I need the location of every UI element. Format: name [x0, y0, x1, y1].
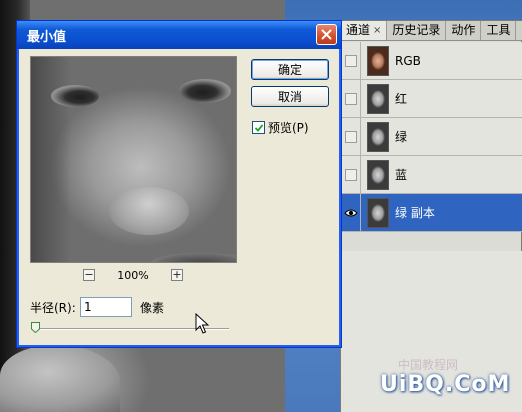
channel-thumbnail [367, 197, 389, 228]
zoom-controls: − 100% + [83, 267, 183, 283]
dialog-titlebar[interactable]: 最小值 [17, 21, 341, 49]
channel-row-red[interactable]: 红 [341, 80, 522, 118]
visibility-empty-icon [344, 54, 357, 67]
channel-row-rgb[interactable]: RGB [341, 42, 522, 80]
channel-thumbnail [367, 83, 389, 114]
channel-thumbnail [367, 159, 389, 190]
channel-row-green[interactable]: 绿 [341, 118, 522, 156]
tab-tools-label: 工具 [486, 23, 511, 37]
channel-name: 红 [395, 92, 408, 106]
channels-panel: 通道 × 历史记录 动作 工具 RGB 红 绿 蓝 绿 副本 [340, 20, 522, 412]
radius-input[interactable]: 1 [80, 297, 132, 317]
tab-history[interactable]: 历史记录 [387, 21, 447, 40]
tab-actions[interactable]: 动作 [446, 21, 482, 40]
radius-unit: 像素 [140, 300, 165, 315]
visibility-toggle[interactable] [341, 118, 361, 155]
filter-preview-image[interactable] [30, 56, 237, 263]
tab-channels[interactable]: 通道 × [341, 21, 388, 40]
minimum-filter-dialog: 最小值 确定 取消 预览(P) − 100% + 半径(R): 1 像素 [16, 20, 342, 348]
preview-checkbox-row[interactable]: 预览(P) [252, 119, 309, 136]
radius-label: 半径(R): [30, 300, 76, 315]
channel-thumbnail [367, 45, 389, 76]
mouse-pointer-icon [195, 313, 209, 334]
channel-list: RGB 红 绿 蓝 绿 副本 [341, 42, 522, 232]
visibility-empty-icon [344, 92, 357, 105]
channel-row-green-copy[interactable]: 绿 副本 [341, 194, 522, 232]
tab-history-label: 历史记录 [392, 23, 441, 37]
checkmark-icon [254, 123, 263, 132]
tab-close-icon[interactable]: × [373, 21, 381, 40]
preview-checkbox[interactable] [252, 121, 265, 134]
visibility-empty-icon [344, 130, 357, 143]
tab-tools[interactable]: 工具 [481, 21, 517, 40]
channel-row-blue[interactable]: 蓝 [341, 156, 522, 194]
radius-slider-thumb[interactable] [31, 322, 40, 333]
visibility-toggle[interactable] [341, 156, 361, 193]
preview-mouth [151, 253, 236, 262]
watermark-logo: UiBQ.CoM [380, 372, 511, 397]
ok-button[interactable]: 确定 [251, 59, 329, 80]
zoom-in-button[interactable]: + [170, 269, 183, 281]
visibility-toggle[interactable] [341, 80, 361, 117]
channel-name: RGB [395, 53, 421, 68]
tab-actions-label: 动作 [451, 23, 476, 37]
preview-right-eye [179, 79, 231, 103]
zoom-out-button[interactable]: − [83, 269, 95, 281]
tab-channels-label: 通道 [346, 23, 371, 37]
preview-label: 预览(P) [268, 121, 309, 135]
dialog-title: 最小值 [27, 29, 67, 45]
zoom-level: 100% [117, 268, 149, 282]
channel-name: 绿 [395, 130, 408, 144]
visibility-toggle[interactable] [341, 42, 361, 79]
channel-name: 绿 副本 [395, 206, 435, 220]
visibility-empty-icon [344, 168, 357, 181]
radius-row: 半径(R): 1 像素 [30, 297, 164, 317]
eye-icon [343, 209, 358, 216]
close-button[interactable] [316, 24, 337, 45]
preview-nose [109, 187, 189, 235]
close-icon [321, 29, 332, 40]
channel-name: 蓝 [395, 168, 408, 182]
cancel-button[interactable]: 取消 [251, 86, 329, 107]
preview-left-eye [51, 85, 99, 107]
panel-tab-bar: 通道 × 历史记录 动作 工具 [341, 21, 522, 41]
visibility-toggle[interactable] [341, 194, 361, 231]
watermark-cn: 中国教程网 [398, 358, 459, 372]
channel-thumbnail [367, 121, 389, 152]
